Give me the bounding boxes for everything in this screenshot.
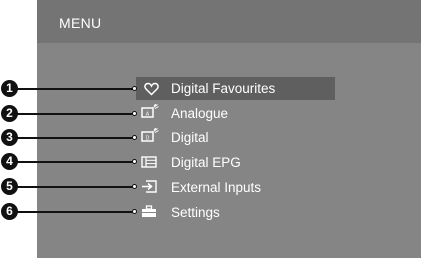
callout-badge: 2	[1, 105, 18, 122]
callout-badge: 5	[1, 178, 18, 195]
menu-item-label: External Inputs	[171, 180, 262, 195]
analogue-tv-icon: A	[141, 103, 159, 124]
callout-dot	[132, 135, 137, 140]
menu-title: MENU	[59, 15, 102, 31]
callout-dot	[132, 86, 137, 91]
callout-badge: 1	[1, 80, 18, 97]
menu-item-label: Digital Favourites	[171, 81, 276, 96]
epg-grid-icon	[141, 155, 157, 173]
input-arrow-icon	[141, 180, 157, 198]
callout-badge: 3	[1, 129, 18, 146]
callout-line	[17, 211, 133, 213]
callout-badge: 4	[1, 153, 18, 170]
svg-text:A: A	[146, 111, 150, 117]
menu-item-label: Analogue	[171, 106, 229, 121]
menu-header: MENU	[37, 0, 421, 43]
menu-item-label: Digital	[171, 130, 209, 145]
callout-line	[17, 137, 133, 139]
callout-dot	[132, 184, 137, 189]
digital-tv-icon: D	[141, 127, 159, 148]
heart-icon	[144, 82, 159, 101]
menu-item-label: Digital EPG	[171, 155, 241, 170]
callout-line	[17, 88, 133, 90]
callout-badge: 6	[1, 203, 18, 220]
callout-line	[17, 113, 133, 115]
callout-dot	[132, 159, 137, 164]
callout-dot	[132, 111, 137, 116]
toolbox-icon	[141, 205, 157, 223]
menu-item-label: Settings	[171, 205, 220, 220]
callout-line	[17, 186, 133, 188]
tv-menu-screen: MENU Digital Favourites A Analogue D Dig…	[37, 0, 421, 258]
svg-text:D: D	[146, 135, 150, 141]
callout-dot	[132, 209, 137, 214]
callout-line	[17, 161, 133, 163]
